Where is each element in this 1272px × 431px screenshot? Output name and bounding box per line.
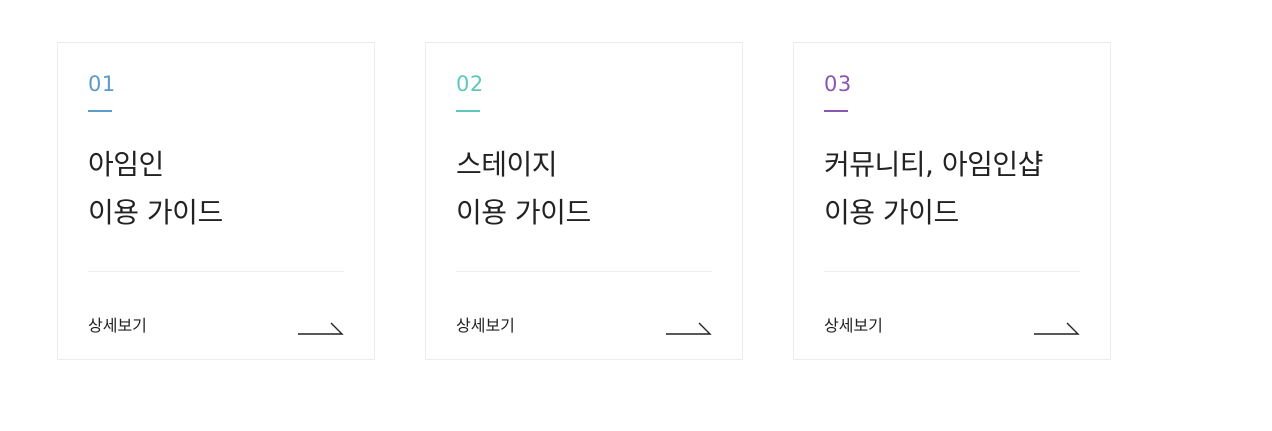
guide-card-2[interactable]: 02 스테이지 이용 가이드 상세보기 (425, 42, 743, 360)
card-title-line2: 이용 가이드 (88, 196, 223, 229)
card-number: 02 (456, 72, 484, 96)
divider (824, 271, 1080, 272)
arrow-right-icon[interactable] (298, 319, 344, 335)
card-title-line1: 커뮤니티, 아임인샵 (824, 148, 1043, 181)
card-title-line1: 스테이지 (456, 148, 558, 181)
guide-card-1[interactable]: 01 아임인 이용 가이드 상세보기 (57, 42, 375, 360)
card-title: 스테이지 이용 가이드 (456, 141, 591, 237)
card-title: 커뮤니티, 아임인샵 이용 가이드 (824, 141, 1043, 237)
guide-card-list: 01 아임인 이용 가이드 상세보기 02 스테이지 이용 가이드 상세보기 0… (57, 42, 1111, 360)
card-number: 01 (88, 72, 116, 96)
detail-link[interactable]: 상세보기 (456, 315, 515, 337)
card-title-line2: 이용 가이드 (456, 196, 591, 229)
guide-card-3[interactable]: 03 커뮤니티, 아임인샵 이용 가이드 상세보기 (793, 42, 1111, 360)
card-title-line2: 이용 가이드 (824, 196, 959, 229)
divider (456, 271, 712, 272)
divider (88, 271, 344, 272)
detail-link[interactable]: 상세보기 (88, 315, 147, 337)
detail-link[interactable]: 상세보기 (824, 315, 883, 337)
card-title-line1: 아임인 (88, 148, 164, 181)
accent-bar (456, 110, 480, 112)
card-title: 아임인 이용 가이드 (88, 141, 223, 237)
card-number: 03 (824, 72, 852, 96)
arrow-right-icon[interactable] (1034, 319, 1080, 335)
arrow-right-icon[interactable] (666, 319, 712, 335)
accent-bar (88, 110, 112, 112)
accent-bar (824, 110, 848, 112)
